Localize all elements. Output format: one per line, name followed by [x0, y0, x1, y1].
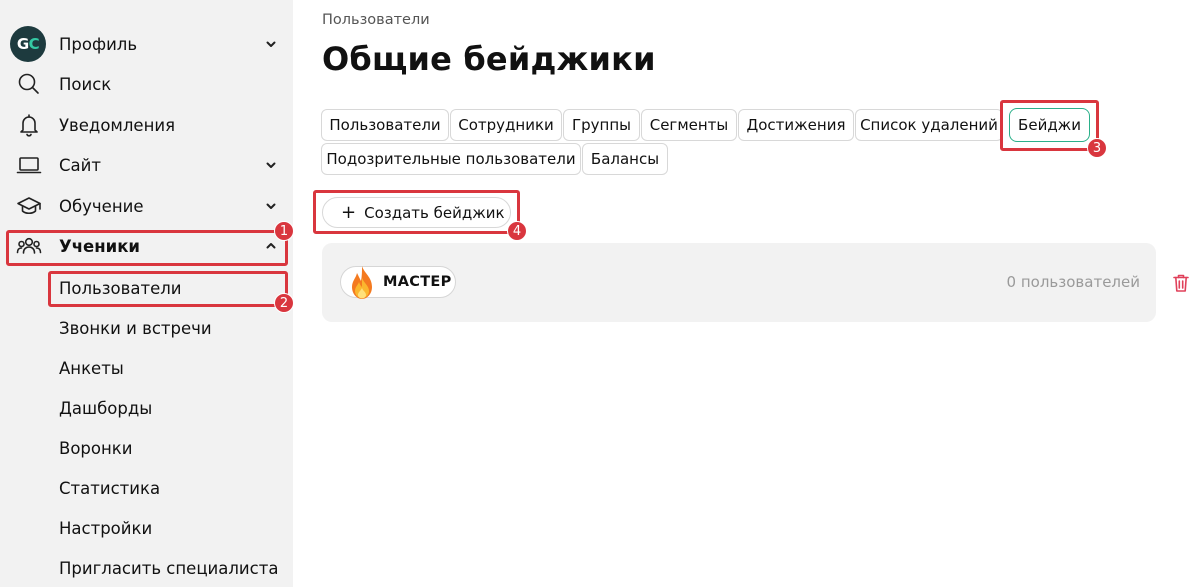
- page-title: Общие бейджики: [322, 40, 656, 78]
- badge-users-count: 0 пользователей: [1006, 273, 1140, 291]
- avatar[interactable]: GC: [10, 26, 46, 62]
- tab-users[interactable]: Пользователи: [321, 109, 449, 141]
- sidebar-item-education[interactable]: Обучение: [0, 186, 293, 226]
- tab-groups[interactable]: Группы: [563, 109, 640, 141]
- graduation-cap-icon: [15, 192, 43, 220]
- chevron-down-icon: [265, 200, 277, 212]
- tab-achievements[interactable]: Достижения: [738, 109, 854, 141]
- sidebar-item-label: Поиск: [59, 74, 112, 94]
- sidebar-subitem-dashboards[interactable]: Дашборды: [59, 399, 152, 418]
- sidebar-item-search[interactable]: Поиск: [0, 64, 293, 104]
- sidebar-subitem-calls[interactable]: Звонки и встречи: [59, 319, 212, 338]
- tab-suspicious-users[interactable]: Подозрительные пользователи: [321, 143, 581, 175]
- flame-icon: [345, 264, 379, 302]
- annotation-box-3: [1000, 100, 1099, 151]
- tab-employees[interactable]: Сотрудники: [450, 109, 562, 141]
- sidebar-subitem-forms[interactable]: Анкеты: [59, 359, 124, 378]
- sidebar-item-label: Сайт: [59, 155, 101, 175]
- trash-icon[interactable]: [1172, 273, 1190, 293]
- sidebar-subitem-settings[interactable]: Настройки: [59, 519, 152, 538]
- sidebar-subitem-statistics[interactable]: Статистика: [59, 479, 160, 498]
- sidebar-item-label: Профиль: [59, 34, 138, 54]
- sidebar-item-profile[interactable]: GC Профиль: [0, 24, 293, 64]
- annotation-badge-3: 3: [1087, 138, 1107, 158]
- chevron-down-icon: [265, 38, 277, 50]
- bell-icon: [15, 111, 43, 139]
- tab-segments[interactable]: Сегменты: [641, 109, 737, 141]
- badge-chip[interactable]: МАСТЕР: [340, 266, 456, 299]
- annotation-box-2: [48, 271, 288, 307]
- tab-balances[interactable]: Балансы: [582, 143, 668, 175]
- sidebar-subitem-invite[interactable]: Пригласить специалиста: [59, 559, 278, 578]
- search-icon: [15, 70, 43, 98]
- sidebar-item-site[interactable]: Сайт: [0, 145, 293, 185]
- sidebar-item-notifications[interactable]: Уведомления: [0, 105, 293, 145]
- tab-deletion-list[interactable]: Список удалений: [855, 109, 1003, 141]
- annotation-badge-1: 1: [274, 221, 294, 241]
- breadcrumb[interactable]: Пользователи: [322, 12, 430, 28]
- badge-name: МАСТЕР: [383, 274, 452, 290]
- sidebar-subitem-funnels[interactable]: Воронки: [59, 439, 132, 458]
- laptop-icon: [15, 151, 43, 179]
- annotation-badge-4: 4: [507, 221, 527, 241]
- annotation-box-4: [313, 190, 520, 234]
- badge-row: МАСТЕР 0 пользователей: [322, 243, 1156, 322]
- sidebar-item-label: Уведомления: [59, 115, 176, 135]
- annotation-badge-2: 2: [274, 293, 294, 313]
- sidebar-item-label: Обучение: [59, 196, 144, 216]
- chevron-down-icon: [265, 159, 277, 171]
- annotation-box-1: [6, 230, 288, 266]
